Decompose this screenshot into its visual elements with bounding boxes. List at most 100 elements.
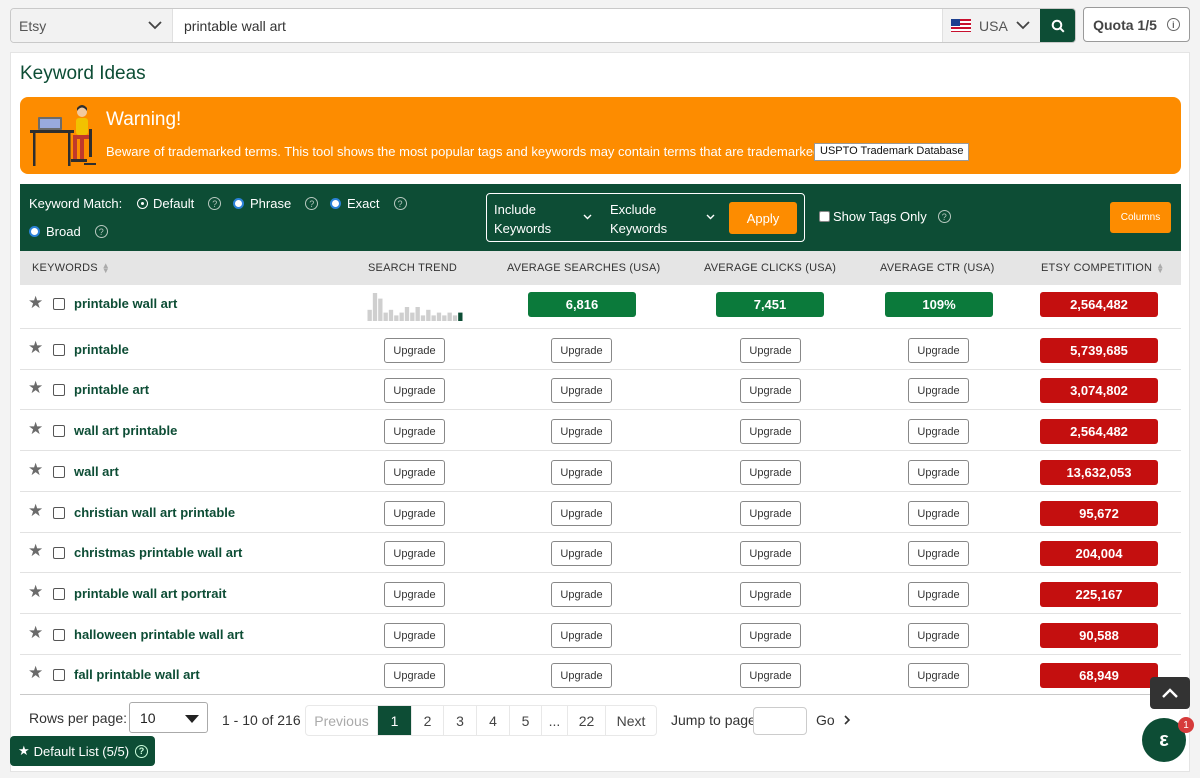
upgrade-button[interactable]: Upgrade [551,501,612,526]
default-list-button[interactable]: ★ Default List (5/5) ? [10,736,155,766]
upgrade-button[interactable]: Upgrade [384,419,445,444]
upgrade-button[interactable]: Upgrade [384,582,445,607]
previous-page-button[interactable]: Previous [306,706,378,735]
keyword-link[interactable]: printable [74,342,129,357]
help-icon[interactable]: ? [305,197,319,210]
header-average-clicks[interactable]: AVERAGE CLICKS (USA) [704,262,836,274]
radio-broad[interactable]: Broad ? [29,224,108,239]
upgrade-button[interactable]: Upgrade [551,663,612,688]
upgrade-button[interactable]: Upgrade [551,338,612,363]
upgrade-button[interactable]: Upgrade [740,378,801,403]
help-icon[interactable]: ? [208,197,222,210]
page-button-5[interactable]: 5 [510,706,542,735]
show-tags-only-toggle[interactable]: Show Tags Only ? [819,209,951,224]
quota-button[interactable]: Quota 1/5 i [1083,7,1190,42]
upgrade-button[interactable]: Upgrade [740,419,801,444]
apply-button[interactable]: Apply [729,202,797,234]
platform-select[interactable]: Etsy [11,9,173,42]
row-checkbox[interactable] [53,425,65,437]
header-average-ctr[interactable]: AVERAGE CTR (USA) [880,262,994,274]
star-icon[interactable]: ★ [28,582,43,602]
upgrade-button[interactable]: Upgrade [908,663,969,688]
keyword-link[interactable]: christian wall art printable [74,505,235,520]
rows-per-page-select[interactable]: 10 [129,702,208,733]
upgrade-button[interactable]: Upgrade [740,460,801,485]
keyword-link[interactable]: fall printable wall art [74,667,200,682]
keyword-link[interactable]: christmas printable wall art [74,545,242,560]
row-checkbox[interactable] [53,547,65,559]
upgrade-button[interactable]: Upgrade [908,338,969,363]
upgrade-button[interactable]: Upgrade [740,338,801,363]
search-button[interactable] [1040,9,1075,42]
page-button-4[interactable]: 4 [477,706,510,735]
page-button-3[interactable]: 3 [444,706,477,735]
next-page-button[interactable]: Next [606,706,656,735]
uspto-trademark-link[interactable]: USPTO Trademark Database [814,143,970,161]
upgrade-button[interactable]: Upgrade [740,541,801,566]
star-icon[interactable]: ★ [28,460,43,480]
upgrade-button[interactable]: Upgrade [551,460,612,485]
jump-to-page-input[interactable] [753,707,807,735]
row-checkbox[interactable] [53,384,65,396]
star-icon[interactable]: ★ [28,338,43,358]
radio-exact[interactable]: Exact ? [330,196,407,211]
upgrade-button[interactable]: Upgrade [740,501,801,526]
show-tags-only-checkbox[interactable] [819,211,830,222]
help-icon[interactable]: ? [94,225,108,238]
keyword-link[interactable]: wall art [74,464,119,479]
exclude-keywords-select[interactable]: Exclude Keywords [610,200,667,238]
columns-button[interactable]: Columns [1110,202,1171,233]
star-icon[interactable]: ★ [28,623,43,643]
keyword-link[interactable]: printable wall art [74,296,177,311]
upgrade-button[interactable]: Upgrade [908,582,969,607]
upgrade-button[interactable]: Upgrade [908,541,969,566]
country-select[interactable]: USA [942,9,1040,42]
upgrade-button[interactable]: Upgrade [384,338,445,363]
star-icon[interactable]: ★ [28,501,43,521]
upgrade-button[interactable]: Upgrade [551,582,612,607]
help-icon[interactable]: ? [937,210,951,223]
upgrade-button[interactable]: Upgrade [384,460,445,485]
upgrade-button[interactable]: Upgrade [551,419,612,444]
radio-default[interactable]: Default ? [138,196,222,211]
row-checkbox[interactable] [53,669,65,681]
help-icon[interactable]: ? [135,744,149,758]
search-input[interactable]: printable wall art [173,9,942,42]
upgrade-button[interactable]: Upgrade [551,541,612,566]
keyword-link[interactable]: printable wall art portrait [74,586,226,601]
keyword-link[interactable]: printable art [74,382,149,397]
row-checkbox[interactable] [53,629,65,641]
page-button-2[interactable]: 2 [412,706,444,735]
scroll-to-top-button[interactable] [1150,677,1190,709]
star-icon[interactable]: ★ [28,663,43,683]
info-icon[interactable]: i [1166,18,1180,31]
upgrade-button[interactable]: Upgrade [551,623,612,648]
header-keywords[interactable]: KEYWORDS ▲ ▼ [32,262,110,275]
star-icon[interactable]: ★ [28,419,43,439]
upgrade-button[interactable]: Upgrade [740,663,801,688]
radio-phrase[interactable]: Phrase ? [233,196,319,211]
upgrade-button[interactable]: Upgrade [384,378,445,403]
header-average-searches[interactable]: AVERAGE SEARCHES (USA) [507,262,660,274]
upgrade-button[interactable]: Upgrade [908,501,969,526]
row-checkbox[interactable] [53,588,65,600]
star-icon[interactable]: ★ [28,378,43,398]
upgrade-button[interactable]: Upgrade [384,501,445,526]
keyword-link[interactable]: halloween printable wall art [74,627,244,642]
upgrade-button[interactable]: Upgrade [908,460,969,485]
page-button-22[interactable]: 22 [568,706,606,735]
upgrade-button[interactable]: Upgrade [908,623,969,648]
include-keywords-select[interactable]: Include Keywords [494,200,551,238]
upgrade-button[interactable]: Upgrade [384,623,445,648]
star-icon[interactable]: ★ [28,541,43,561]
upgrade-button[interactable]: Upgrade [384,663,445,688]
upgrade-button[interactable]: Upgrade [908,419,969,444]
help-icon[interactable]: ? [393,197,407,210]
row-checkbox[interactable] [53,507,65,519]
upgrade-button[interactable]: Upgrade [740,623,801,648]
row-checkbox[interactable] [53,344,65,356]
star-icon[interactable]: ★ [28,293,43,313]
page-button-1[interactable]: 1 [378,706,412,735]
row-checkbox[interactable] [53,466,65,478]
header-etsy-competition[interactable]: ETSY COMPETITION ▲ ▼ [1041,262,1164,275]
